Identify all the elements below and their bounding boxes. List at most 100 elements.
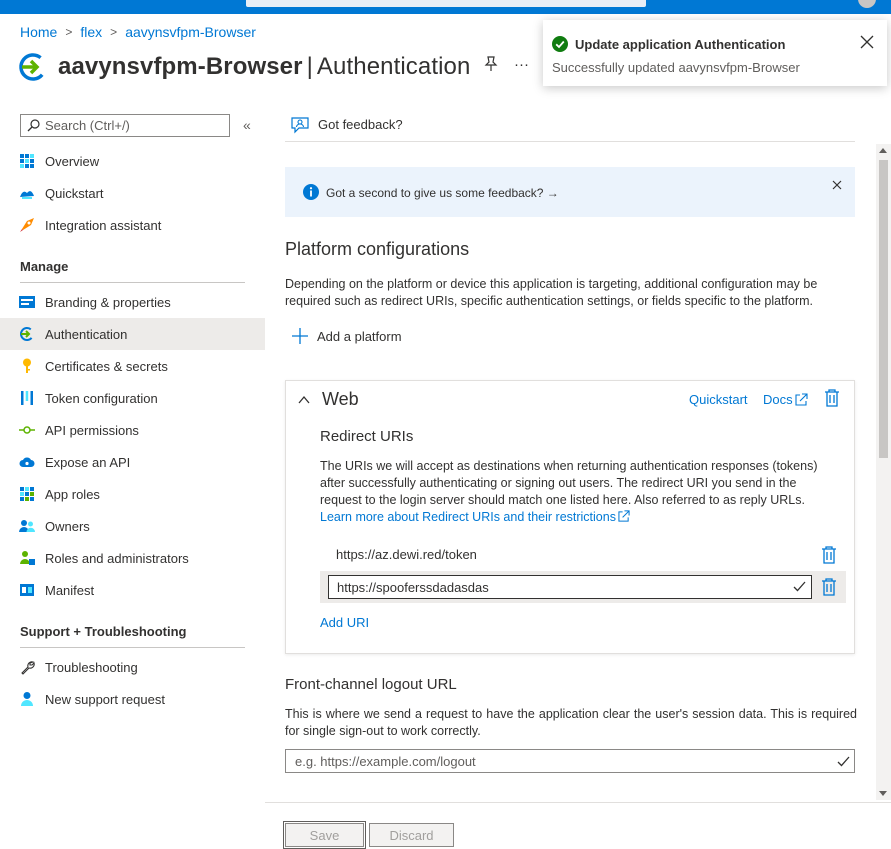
sidebar-item-authentication[interactable]: Authentication bbox=[0, 318, 265, 350]
redirect-uris-learn-more-link[interactable]: Learn more about Redirect URIs and their… bbox=[320, 510, 630, 524]
sidebar-item-roles-administrators[interactable]: Roles and administrators bbox=[0, 542, 265, 574]
chevron-up-icon[interactable] bbox=[298, 395, 310, 405]
sidebar-item-integration-assistant[interactable]: Integration assistant bbox=[0, 209, 265, 241]
global-search-box[interactable] bbox=[246, 0, 646, 7]
save-button[interactable]: Save bbox=[283, 821, 366, 849]
feedback-button[interactable]: Got feedback? bbox=[318, 117, 403, 132]
overview-icon bbox=[19, 153, 35, 169]
owners-icon bbox=[19, 518, 35, 534]
sidebar-item-label: Quickstart bbox=[45, 185, 104, 201]
footer-divider bbox=[265, 802, 891, 803]
logout-url-input[interactable] bbox=[286, 750, 826, 772]
sidebar-item-api-permissions[interactable]: API permissions bbox=[0, 414, 265, 446]
page-title-separator: | bbox=[306, 53, 313, 80]
redirect-uri-edit-row bbox=[320, 571, 846, 603]
sidebar-item-overview[interactable]: Overview bbox=[0, 145, 265, 177]
sidebar-item-new-support-request[interactable]: New support request bbox=[0, 683, 265, 715]
sidebar-item-label: Expose an API bbox=[45, 454, 131, 470]
sidebar-item-label: Integration assistant bbox=[45, 217, 162, 233]
toast-message: Successfully updated aavynsvfpm-Browser bbox=[552, 60, 800, 75]
breadcrumb-tenant[interactable]: flex bbox=[80, 24, 102, 40]
sidebar-item-label: Owners bbox=[45, 518, 90, 534]
docs-link[interactable]: Docs bbox=[763, 392, 808, 407]
feedback-banner: Got a second to give us some feedback? → bbox=[285, 167, 855, 217]
quickstart-link[interactable]: Quickstart bbox=[689, 392, 748, 407]
sidebar-item-manifest[interactable]: Manifest bbox=[0, 574, 265, 606]
token-icon bbox=[19, 390, 35, 406]
sidebar-item-expose-api[interactable]: Expose an API bbox=[0, 446, 265, 478]
sidebar-search[interactable] bbox=[20, 114, 230, 137]
web-platform-card: Web Quickstart Docs Redirect URIs The UR… bbox=[285, 380, 855, 654]
page-title: aavynsvfpm-Browser | Authentication bbox=[58, 53, 470, 81]
avatar[interactable] bbox=[858, 0, 876, 8]
sidebar-item-label: Authentication bbox=[45, 326, 128, 342]
manifest-icon bbox=[19, 582, 35, 598]
redirect-uris-description: The URIs we will accept as destinations … bbox=[320, 458, 838, 526]
external-link-icon bbox=[618, 510, 630, 522]
external-link-icon bbox=[795, 393, 808, 406]
sidebar-section-manage: Manage bbox=[0, 241, 265, 283]
sidebar-item-label: Certificates & secrets bbox=[45, 358, 168, 374]
redirect-uris-description-text: The URIs we will accept as destinations … bbox=[320, 459, 818, 507]
sidebar-item-troubleshooting[interactable]: Troubleshooting bbox=[0, 651, 265, 683]
sidebar-item-label: Token configuration bbox=[45, 390, 158, 406]
collapse-sidebar-icon[interactable]: « bbox=[243, 117, 251, 133]
sidebar-item-owners[interactable]: Owners bbox=[0, 510, 265, 542]
breadcrumb-separator: > bbox=[65, 25, 73, 39]
web-platform-title: Web bbox=[322, 389, 359, 409]
checkmark-icon bbox=[837, 756, 850, 767]
feedback-icon[interactable] bbox=[291, 116, 311, 134]
page-title-section: Authentication bbox=[316, 53, 471, 80]
authentication-icon bbox=[19, 53, 47, 81]
top-bar bbox=[0, 0, 891, 14]
sidebar-item-quickstart[interactable]: Quickstart bbox=[0, 177, 265, 209]
breadcrumb-home[interactable]: Home bbox=[20, 24, 57, 40]
sidebar-item-label: Overview bbox=[45, 153, 100, 169]
close-icon[interactable] bbox=[859, 34, 875, 50]
plus-icon bbox=[292, 328, 308, 344]
breadcrumb-separator: > bbox=[110, 25, 118, 39]
checkmark-icon bbox=[793, 581, 806, 592]
feedback-banner-link[interactable]: Got a second to give us some feedback? → bbox=[326, 186, 559, 200]
sidebar-item-label: App roles bbox=[45, 486, 100, 502]
close-icon[interactable] bbox=[831, 179, 843, 191]
key-icon bbox=[19, 358, 35, 374]
breadcrumb-app[interactable]: aavynsvfpm-Browser bbox=[125, 24, 256, 40]
add-platform-button[interactable]: Add a platform bbox=[292, 328, 402, 344]
sidebar-item-certificates[interactable]: Certificates & secrets bbox=[0, 350, 265, 382]
scroll-up-icon[interactable] bbox=[879, 148, 887, 153]
discard-button[interactable]: Discard bbox=[369, 823, 454, 847]
authentication-icon bbox=[19, 326, 35, 342]
redirect-uri-input[interactable] bbox=[328, 575, 812, 599]
roles-icon bbox=[19, 550, 35, 566]
sidebar-item-token-configuration[interactable]: Token configuration bbox=[0, 382, 265, 414]
sidebar-section-support: Support + Troubleshooting bbox=[0, 606, 265, 648]
rocket-icon bbox=[19, 217, 35, 233]
delete-uri-icon[interactable] bbox=[821, 546, 837, 564]
breadcrumb: Home > flex > aavynsvfpm-Browser bbox=[20, 24, 256, 40]
scroll-down-icon[interactable] bbox=[879, 791, 887, 796]
add-uri-link[interactable]: Add URI bbox=[320, 615, 369, 630]
sidebar-item-label: API permissions bbox=[45, 422, 139, 438]
scroll-thumb[interactable] bbox=[879, 160, 888, 458]
logout-url-field[interactable] bbox=[285, 749, 855, 773]
redirect-uri-row: https://az.dewi.red/token bbox=[320, 539, 846, 569]
toast-title: Update application Authentication bbox=[575, 37, 786, 52]
delete-platform-icon[interactable] bbox=[824, 389, 840, 407]
sidebar-item-branding[interactable]: Branding & properties bbox=[0, 286, 265, 318]
wrench-icon bbox=[19, 659, 35, 675]
add-platform-label: Add a platform bbox=[317, 328, 402, 344]
success-check-icon bbox=[552, 36, 568, 52]
sidebar-item-app-roles[interactable]: App roles bbox=[0, 478, 265, 510]
scrollbar[interactable] bbox=[876, 144, 891, 800]
title-actions: ··· bbox=[484, 56, 529, 73]
pin-icon[interactable] bbox=[484, 56, 498, 72]
platform-heading: Platform configurations bbox=[285, 239, 470, 259]
search-input[interactable] bbox=[45, 118, 215, 133]
app-roles-icon bbox=[19, 486, 35, 502]
cloud-icon bbox=[19, 454, 35, 470]
redirect-uri-value[interactable]: https://az.dewi.red/token bbox=[336, 547, 477, 562]
sidebar-item-label: Manifest bbox=[45, 582, 95, 598]
more-icon[interactable]: ··· bbox=[514, 56, 529, 73]
delete-uri-icon[interactable] bbox=[821, 578, 837, 596]
